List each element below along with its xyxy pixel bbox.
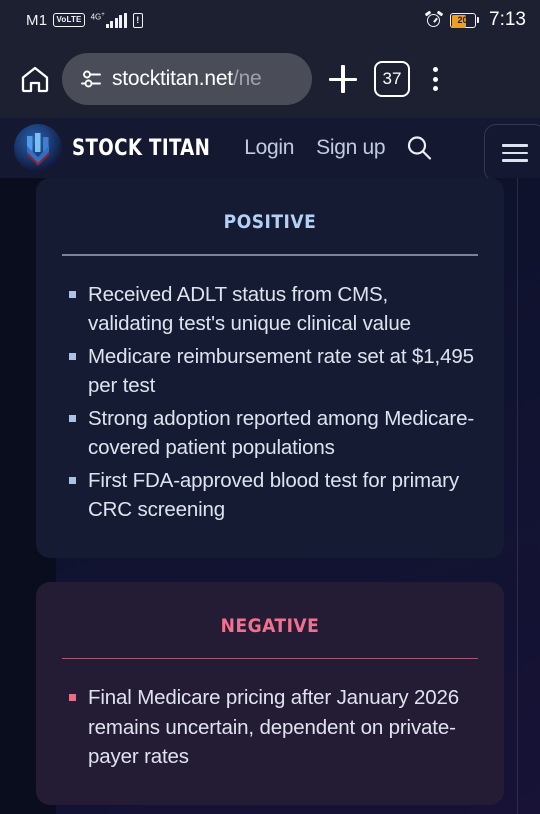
- site-header: STOCK TITAN Login Sign up: [0, 118, 540, 182]
- login-link[interactable]: Login: [244, 136, 294, 160]
- sim-card-icon: !: [132, 12, 143, 28]
- signal-bars-icon: [105, 13, 127, 29]
- url-path: /ne: [232, 67, 262, 90]
- carrier-label: M1: [26, 11, 48, 29]
- url-bar[interactable]: stocktitan.net/ne: [62, 53, 312, 105]
- tune-icon[interactable]: [80, 68, 102, 90]
- list-item: Final Medicare pricing after January 202…: [62, 683, 478, 772]
- battery-icon: 20: [449, 12, 480, 28]
- page-content: Positive Received ADLT status from CMS, …: [0, 178, 540, 814]
- browser-toolbar: stocktitan.net/ne 37: [0, 40, 540, 118]
- stock-titan-logo-icon[interactable]: [14, 124, 62, 172]
- header-nav: Login Sign up: [244, 136, 385, 160]
- list-item: Received ADLT status from CMS, validatin…: [62, 280, 478, 339]
- status-bar: M1 VoLTE 4G+ ! 20 7:13: [0, 0, 540, 40]
- hamburger-menu-icon: [502, 144, 528, 162]
- brand-name[interactable]: STOCK TITAN: [72, 136, 210, 161]
- status-bar-right: 20 7:13: [424, 9, 526, 31]
- list-item: Strong adoption reported among Medicare-…: [62, 404, 478, 463]
- signup-link[interactable]: Sign up: [316, 136, 385, 160]
- search-icon[interactable]: [403, 132, 435, 164]
- url-text[interactable]: stocktitan.net/ne: [112, 67, 262, 91]
- battery-percent-label: 20: [457, 14, 468, 25]
- positive-bullet-list: Received ADLT status from CMS, validatin…: [62, 280, 478, 525]
- home-icon[interactable]: [18, 62, 52, 96]
- network-type-label: 4G+: [90, 11, 105, 22]
- browser-menu-button[interactable]: [420, 67, 450, 91]
- signal-strength-icon: 4G+: [91, 12, 127, 29]
- status-bar-left: M1 VoLTE 4G+ !: [26, 12, 143, 29]
- negative-card: Negative Final Medicare pricing after Ja…: [36, 581, 504, 805]
- positive-card-title: Positive: [223, 204, 317, 235]
- tab-switcher-button[interactable]: 37: [374, 61, 410, 97]
- url-domain: stocktitan.net: [112, 67, 233, 90]
- new-tab-button[interactable]: [322, 58, 364, 100]
- negative-bullet-list: Final Medicare pricing after January 202…: [62, 683, 478, 772]
- phone-screen: M1 VoLTE 4G+ ! 20 7:13 stocktitan.net/ne…: [0, 0, 540, 814]
- clock-label: 7:13: [489, 9, 526, 30]
- positive-card: Positive Received ADLT status from CMS, …: [36, 178, 504, 558]
- volte-badge: VoLTE: [53, 12, 85, 28]
- alarm-clock-icon: [424, 10, 443, 28]
- list-item: First FDA-approved blood test for primar…: [62, 466, 478, 525]
- negative-divider: [62, 657, 478, 660]
- negative-card-title: Negative: [220, 607, 320, 639]
- list-item: Medicare reimbursement rate set at $1,49…: [62, 342, 478, 401]
- hamburger-menu-button[interactable]: [484, 124, 540, 182]
- positive-divider: [62, 254, 478, 256]
